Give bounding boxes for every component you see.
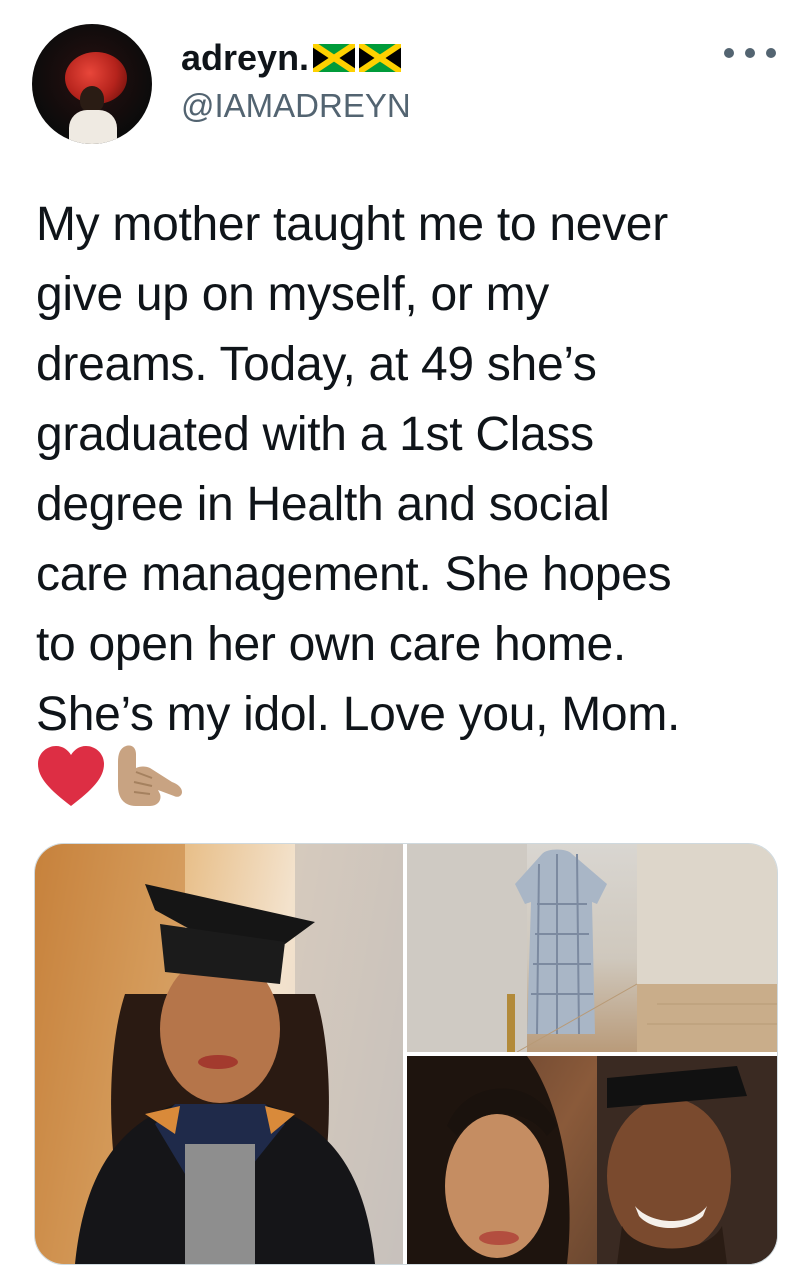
red-heart-icon <box>36 744 106 808</box>
dot <box>766 48 776 58</box>
media-grid[interactable] <box>34 843 778 1265</box>
tweet-header: adreyn. @IAMADREYN <box>0 0 800 170</box>
dress-full-length-photo[interactable] <box>407 844 777 1052</box>
tweet-text: My mother taught me to never give up on … <box>36 198 681 741</box>
dot <box>724 48 734 58</box>
avatar-coat <box>69 110 117 144</box>
avatar[interactable] <box>32 24 152 144</box>
name-row[interactable]: adreyn. <box>181 36 402 80</box>
call-me-hand-icon <box>112 742 186 810</box>
jamaica-flag-icon <box>359 44 402 72</box>
dot <box>745 48 755 58</box>
selfie-photo[interactable] <box>407 1056 777 1264</box>
emoji-row <box>36 742 186 810</box>
display-name[interactable]: adreyn. <box>181 36 309 80</box>
jamaica-flag-icon <box>313 44 356 72</box>
more-options-icon[interactable] <box>724 44 776 62</box>
user-handle[interactable]: @IAMADREYN <box>181 86 411 126</box>
avatar-person <box>80 86 104 112</box>
graduation-portrait-photo[interactable] <box>35 844 403 1264</box>
